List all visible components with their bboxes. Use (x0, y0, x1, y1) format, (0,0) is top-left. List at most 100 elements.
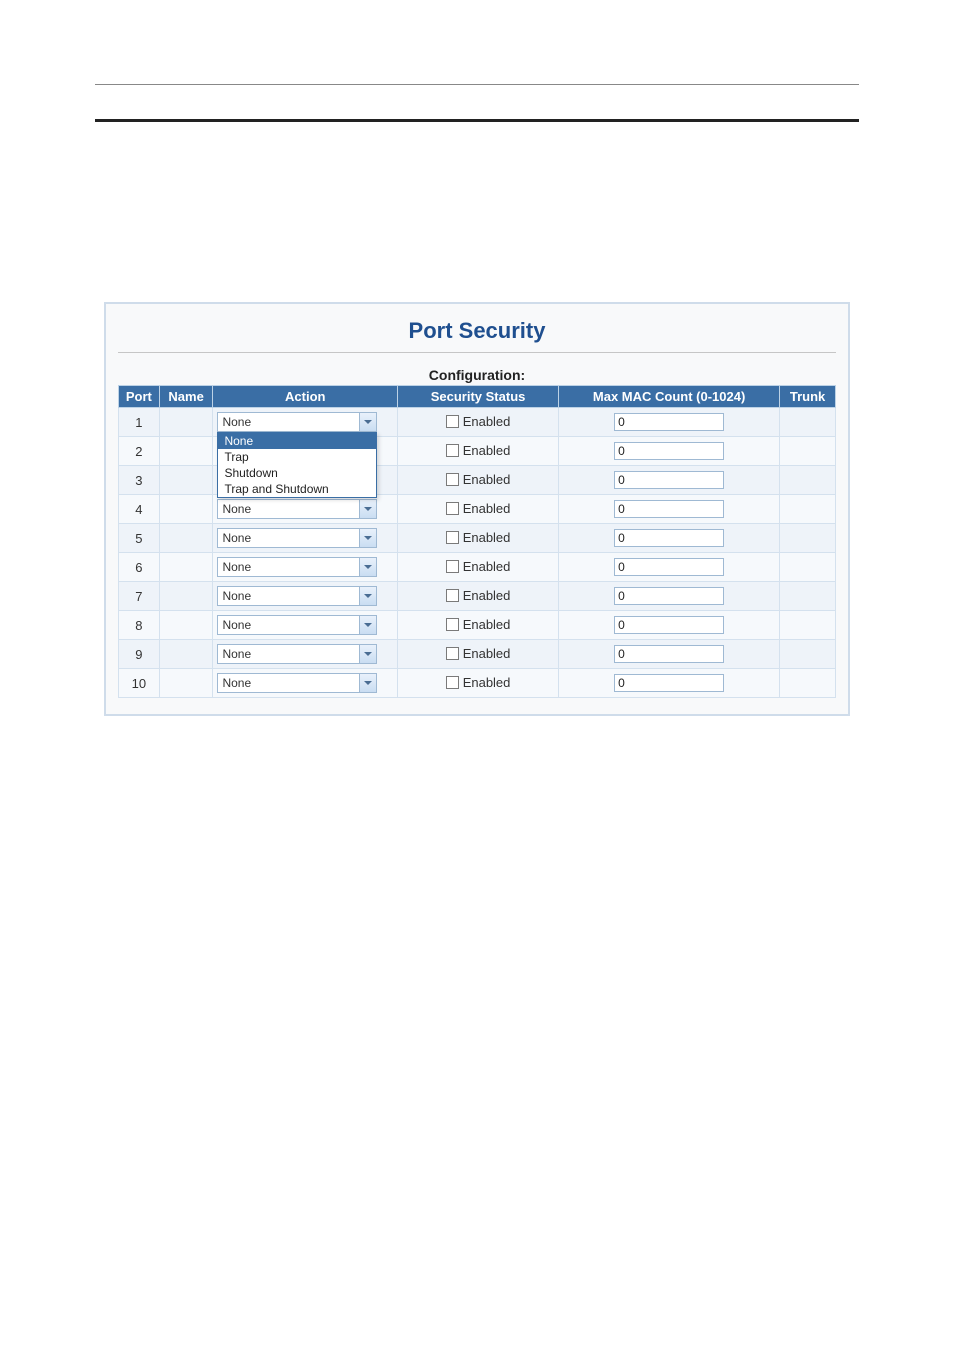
checkbox-icon[interactable] (446, 502, 459, 515)
max-mac-cell (559, 408, 780, 437)
enabled-checkbox[interactable]: Enabled (446, 414, 511, 429)
action-select[interactable]: None (217, 499, 377, 519)
chevron-down-icon[interactable] (359, 587, 376, 605)
header-divider-thick (95, 119, 859, 122)
security-status-cell: Enabled (398, 524, 559, 553)
action-select-value: None (218, 529, 359, 547)
trunk-cell (780, 640, 836, 669)
enabled-checkbox[interactable]: Enabled (446, 501, 511, 516)
checkbox-icon[interactable] (446, 618, 459, 631)
port-cell: 5 (119, 524, 160, 553)
chevron-down-icon[interactable] (359, 500, 376, 518)
action-select[interactable]: NoneNoneTrapShutdownTrap and Shutdown (217, 412, 377, 432)
name-cell (159, 553, 213, 582)
max-mac-cell (559, 611, 780, 640)
name-cell (159, 466, 213, 495)
checkbox-icon[interactable] (446, 444, 459, 457)
action-select[interactable]: None (217, 615, 377, 635)
enabled-checkbox[interactable]: Enabled (446, 646, 511, 661)
port-cell: 1 (119, 408, 160, 437)
action-option[interactable]: Trap and Shutdown (218, 481, 376, 497)
chevron-down-icon[interactable] (359, 616, 376, 634)
action-option[interactable]: Trap (218, 449, 376, 465)
action-cell: None (213, 495, 398, 524)
action-option[interactable]: None (218, 433, 376, 449)
enabled-checkbox[interactable]: Enabled (446, 530, 511, 545)
name-cell (159, 640, 213, 669)
max-mac-input[interactable] (614, 616, 724, 634)
configuration-label: Configuration: (118, 367, 836, 383)
max-mac-cell (559, 437, 780, 466)
table-row: 4NoneEnabled (119, 495, 836, 524)
trunk-cell (780, 437, 836, 466)
max-mac-input[interactable] (614, 500, 724, 518)
port-cell: 10 (119, 669, 160, 698)
chevron-down-icon[interactable] (359, 645, 376, 663)
trunk-cell (780, 611, 836, 640)
chevron-down-icon[interactable] (359, 413, 376, 431)
port-security-panel: Port Security Configuration: Port Name A… (104, 302, 850, 716)
action-select-value: None (218, 558, 359, 576)
action-select[interactable]: None (217, 586, 377, 606)
trunk-cell (780, 466, 836, 495)
column-header-name: Name (159, 386, 213, 408)
max-mac-input[interactable] (614, 587, 724, 605)
port-cell: 2 (119, 437, 160, 466)
chevron-down-icon[interactable] (359, 674, 376, 692)
checkbox-icon[interactable] (446, 560, 459, 573)
max-mac-cell (559, 495, 780, 524)
max-mac-cell (559, 553, 780, 582)
column-header-action: Action (213, 386, 398, 408)
checkbox-icon[interactable] (446, 589, 459, 602)
chevron-down-icon[interactable] (359, 558, 376, 576)
action-dropdown-list[interactable]: NoneTrapShutdownTrap and Shutdown (217, 432, 377, 498)
max-mac-input[interactable] (614, 529, 724, 547)
enabled-checkbox[interactable]: Enabled (446, 675, 511, 690)
enabled-checkbox[interactable]: Enabled (446, 617, 511, 632)
name-cell (159, 582, 213, 611)
table-row: 7 None Enabled (119, 582, 836, 611)
enabled-checkbox[interactable]: Enabled (446, 472, 511, 487)
checkbox-icon[interactable] (446, 473, 459, 486)
max-mac-input[interactable] (614, 471, 724, 489)
enabled-checkbox[interactable]: Enabled (446, 443, 511, 458)
column-header-max-mac: Max MAC Count (0-1024) (559, 386, 780, 408)
action-cell: None (213, 640, 398, 669)
table-row: 9 None Enabled (119, 640, 836, 669)
enabled-checkbox-label: Enabled (463, 675, 511, 690)
action-select[interactable]: None (217, 528, 377, 548)
max-mac-input[interactable] (614, 645, 724, 663)
chevron-down-icon[interactable] (359, 529, 376, 547)
max-mac-input[interactable] (614, 413, 724, 431)
enabled-checkbox-label: Enabled (463, 559, 511, 574)
action-cell: None (213, 669, 398, 698)
max-mac-cell (559, 640, 780, 669)
action-select[interactable]: None (217, 673, 377, 693)
action-select[interactable]: None (217, 557, 377, 577)
port-cell: 6 (119, 553, 160, 582)
max-mac-input[interactable] (614, 558, 724, 576)
max-mac-input[interactable] (614, 442, 724, 460)
table-header-row: Port Name Action Security Status Max MAC… (119, 386, 836, 408)
action-select-value: None (218, 616, 359, 634)
checkbox-icon[interactable] (446, 676, 459, 689)
checkbox-icon[interactable] (446, 415, 459, 428)
enabled-checkbox[interactable]: Enabled (446, 559, 511, 574)
checkbox-icon[interactable] (446, 531, 459, 544)
name-cell (159, 611, 213, 640)
table-row: 8NoneEnabled (119, 611, 836, 640)
page-header-area (0, 0, 954, 122)
table-row: 6 None Enabled (119, 553, 836, 582)
table-row: 1 NoneNoneTrapShutdownTrap and Shutdown En… (119, 408, 836, 437)
max-mac-input[interactable] (614, 674, 724, 692)
port-cell: 7 (119, 582, 160, 611)
enabled-checkbox-label: Enabled (463, 588, 511, 603)
port-cell: 9 (119, 640, 160, 669)
title-underline (118, 352, 836, 353)
checkbox-icon[interactable] (446, 647, 459, 660)
action-select[interactable]: None (217, 644, 377, 664)
enabled-checkbox-label: Enabled (463, 414, 511, 429)
security-status-cell: Enabled (398, 640, 559, 669)
enabled-checkbox[interactable]: Enabled (446, 588, 511, 603)
action-option[interactable]: Shutdown (218, 465, 376, 481)
